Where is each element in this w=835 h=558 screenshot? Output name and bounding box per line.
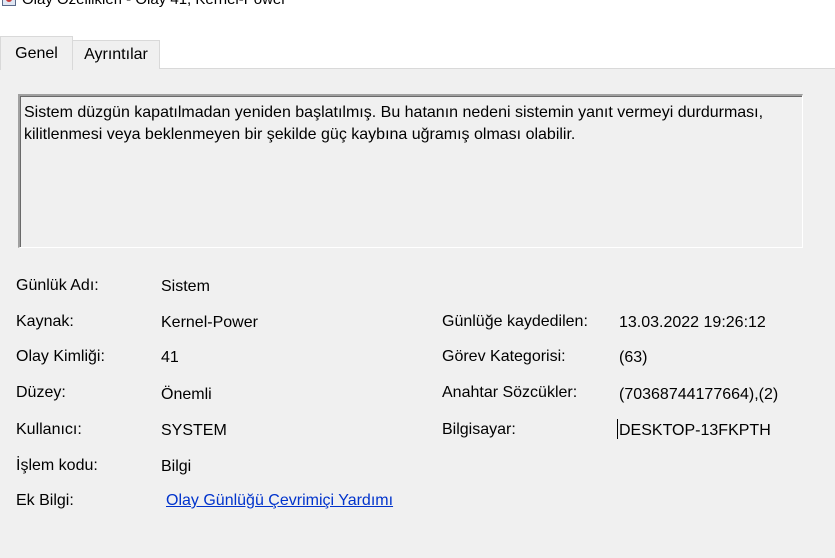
title-bar: Olay Özellikleri - Olay 41, Kernel-Power bbox=[0, 0, 835, 24]
opcode-label: İşlem kodu: bbox=[16, 457, 98, 474]
event-id-value[interactable]: 41 bbox=[161, 348, 179, 368]
task-category-label: Görev Kategorisi: bbox=[442, 348, 566, 365]
log-name-label: Günlük Adı: bbox=[16, 277, 99, 294]
event-id-label: Olay Kimliği: bbox=[16, 348, 105, 365]
logged-value[interactable]: 13.03.2022 19:26:12 bbox=[619, 313, 766, 333]
user-label: Kullanıcı: bbox=[16, 421, 82, 438]
source-label: Kaynak: bbox=[16, 313, 74, 330]
keywords-value[interactable]: (70368744177664),(2) bbox=[619, 385, 778, 405]
computer-label: Bilgisayar: bbox=[442, 421, 516, 438]
keywords-label: Anahtar Sözcükler: bbox=[442, 384, 578, 401]
window-title: Olay Özellikleri - Olay 41, Kernel-Power bbox=[22, 0, 286, 8]
source-value[interactable]: Kernel-Power bbox=[161, 313, 258, 333]
level-label: Düzey: bbox=[16, 384, 66, 401]
opcode-value[interactable]: Bilgi bbox=[161, 457, 191, 477]
description-text: Sistem düzgün kapatılmadan yeniden başla… bbox=[24, 104, 764, 143]
task-category-value[interactable]: (63) bbox=[619, 348, 647, 368]
tab-ayrintilar[interactable]: Ayrıntılar bbox=[72, 40, 160, 69]
log-name-value[interactable]: Sistem bbox=[161, 277, 210, 297]
level-value[interactable]: Önemli bbox=[161, 385, 212, 405]
online-help-link[interactable]: Olay Günlüğü Çevrimiçi Yardımı bbox=[166, 491, 393, 511]
user-value[interactable]: SYSTEM bbox=[161, 421, 227, 441]
description-box[interactable]: Sistem düzgün kapatılmadan yeniden başla… bbox=[18, 94, 803, 248]
computer-value[interactable]: DESKTOP-13FKPTH bbox=[619, 421, 771, 441]
text-caret bbox=[617, 419, 618, 439]
more-info-label: Ek Bilgi: bbox=[16, 492, 74, 509]
logged-label: Günlüğe kaydedilen: bbox=[442, 313, 588, 330]
event-properties-icon bbox=[2, 0, 16, 6]
tab-genel[interactable]: Genel bbox=[0, 36, 73, 70]
